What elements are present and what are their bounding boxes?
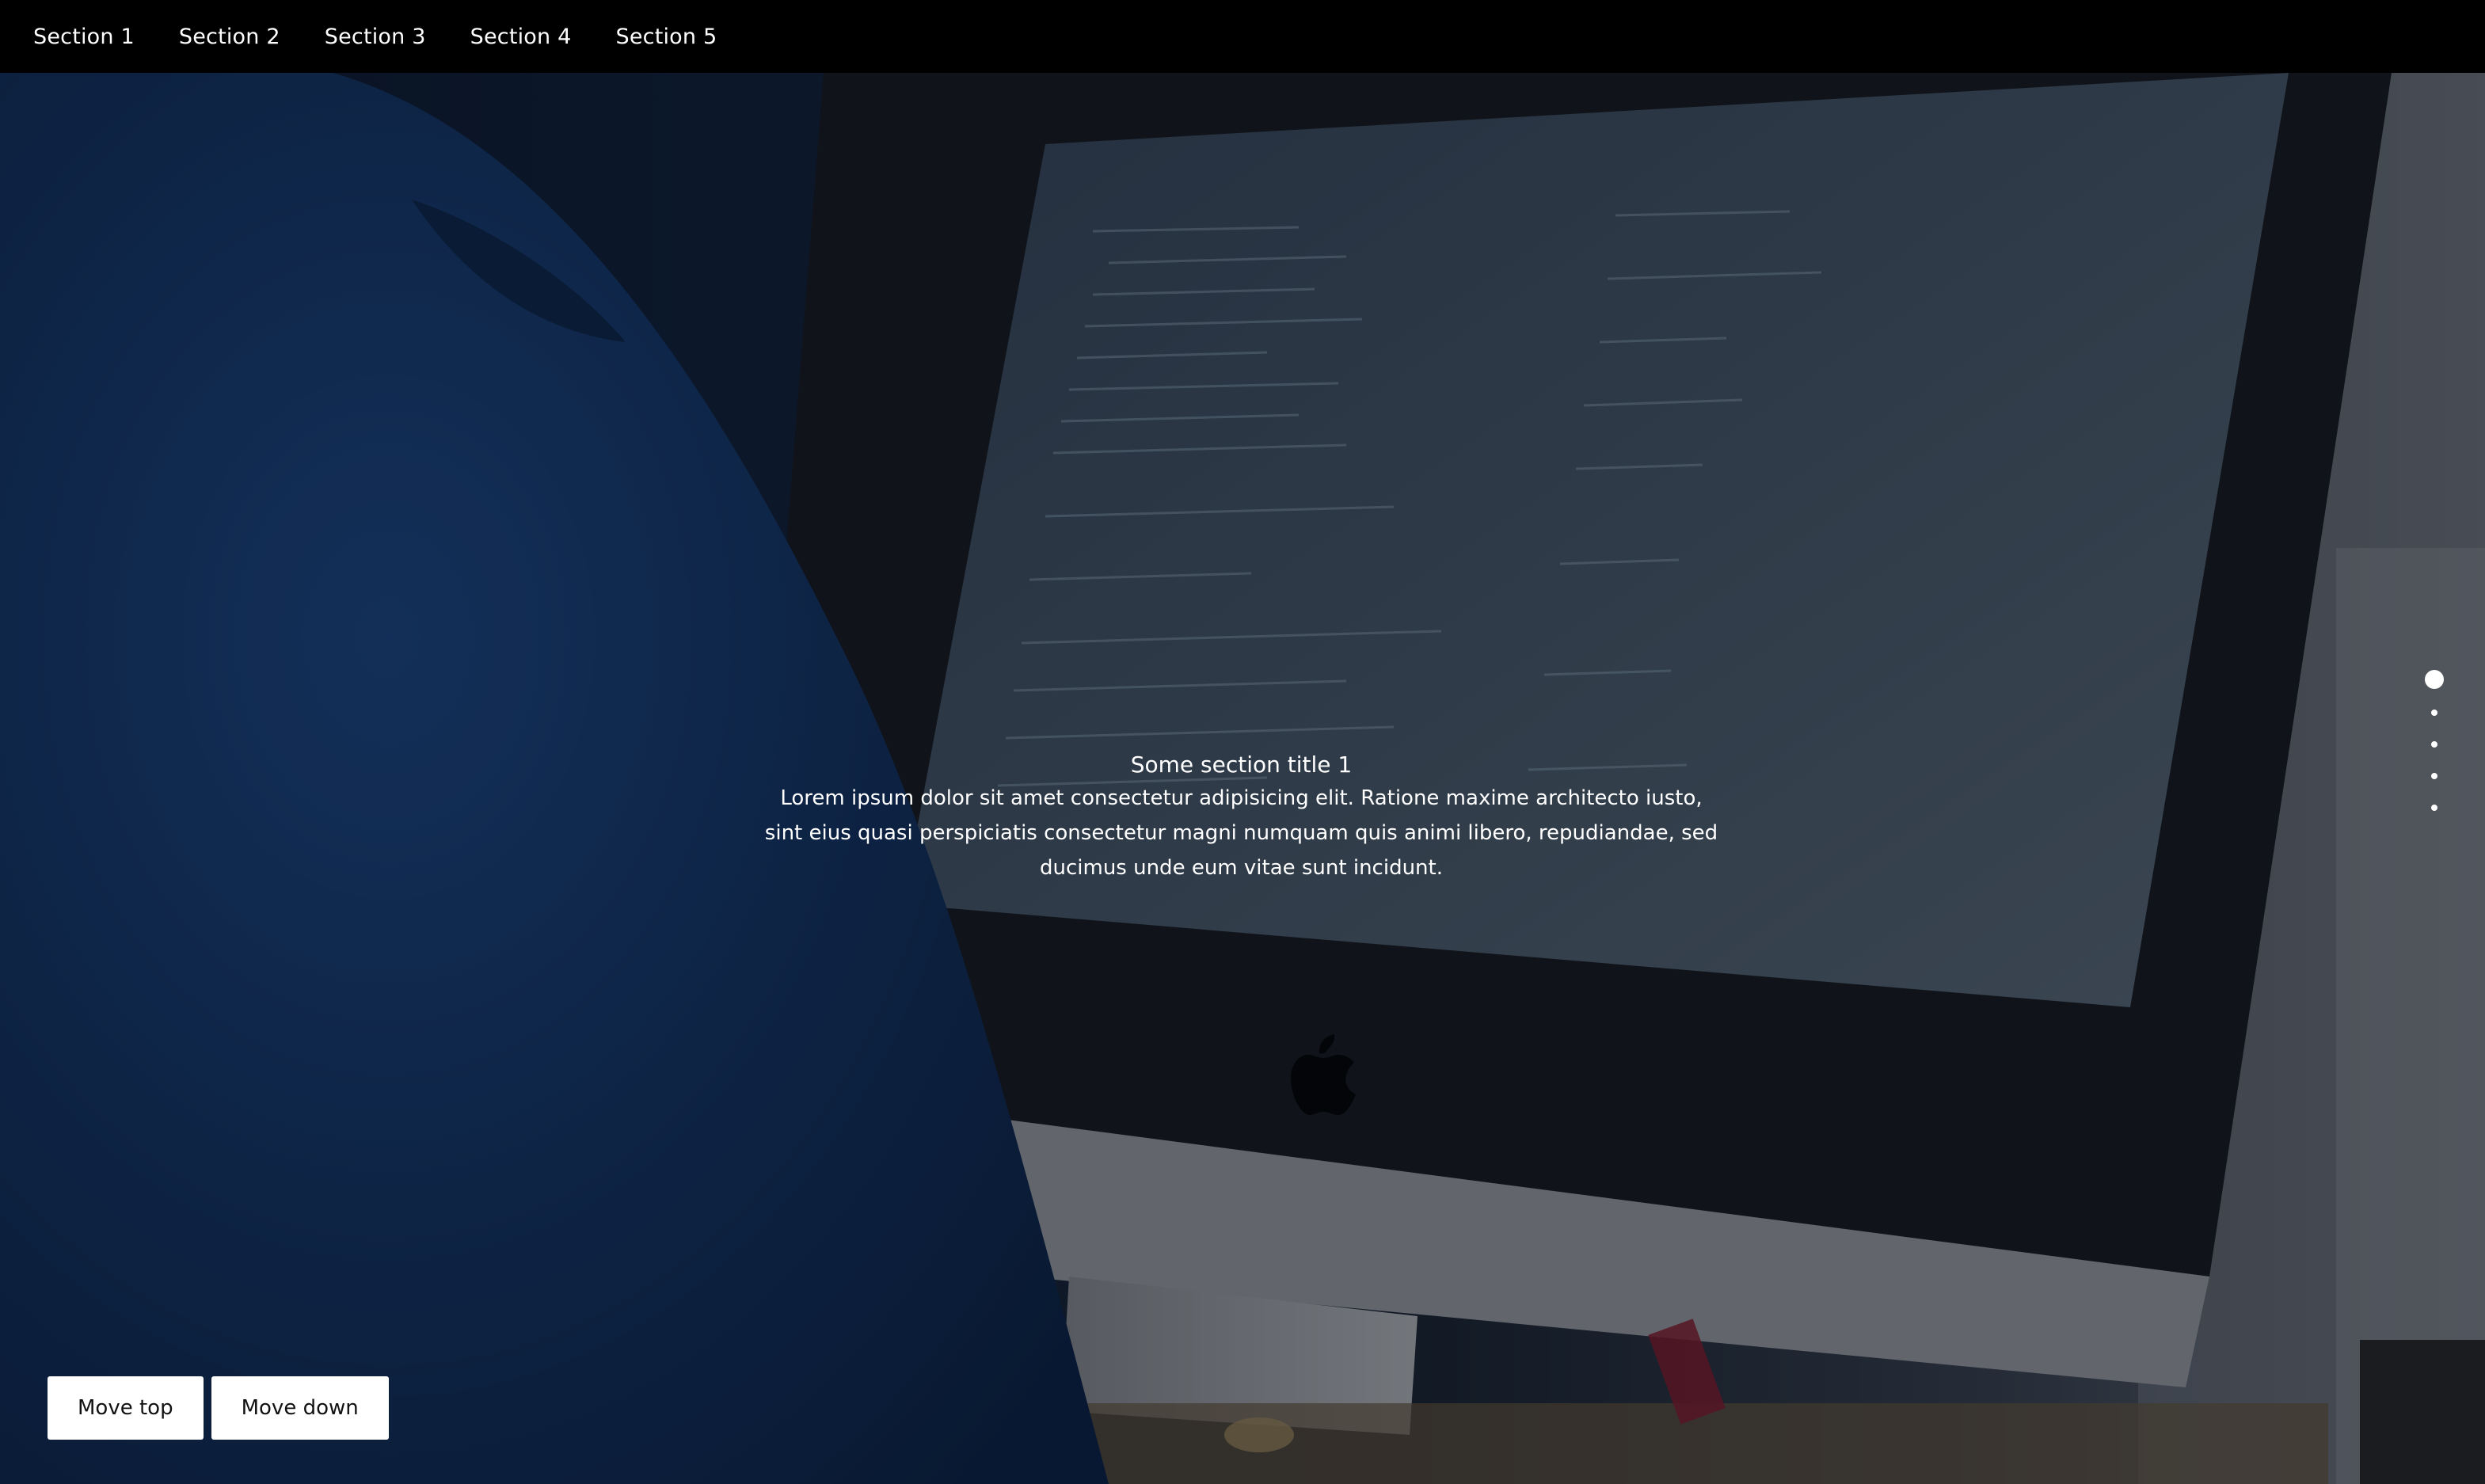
button-group: Move top Move down (48, 1376, 397, 1440)
nav-link-section-2[interactable]: Section 2 (179, 25, 280, 49)
move-down-button[interactable]: Move down (211, 1376, 389, 1440)
section-content: Some section title 1 Lorem ipsum dolor s… (760, 749, 1722, 885)
dot-nav-item-5[interactable] (2431, 805, 2437, 811)
dot-navigation (2425, 670, 2444, 836)
top-navigation: Section 1 Section 2 Section 3 Section 4 … (0, 0, 2485, 73)
dot-nav-item-2[interactable] (2431, 710, 2437, 716)
dot-nav-item-3[interactable] (2431, 741, 2437, 748)
fullpage-slider: Section 1 Section 2 Section 3 Section 4 … (0, 0, 2485, 1484)
nav-link-section-3[interactable]: Section 3 (325, 25, 426, 49)
dot-nav-item-1[interactable] (2425, 670, 2444, 689)
nav-link-section-1[interactable]: Section 1 (33, 25, 135, 49)
dot-nav-item-4[interactable] (2431, 773, 2437, 779)
nav-link-section-5[interactable]: Section 5 (616, 25, 717, 49)
section-body: Lorem ipsum dolor sit amet consectetur a… (764, 786, 1718, 880)
nav-link-section-4[interactable]: Section 4 (470, 25, 572, 49)
move-top-button[interactable]: Move top (48, 1376, 204, 1440)
section-title: Some section title 1 (1130, 752, 1353, 778)
